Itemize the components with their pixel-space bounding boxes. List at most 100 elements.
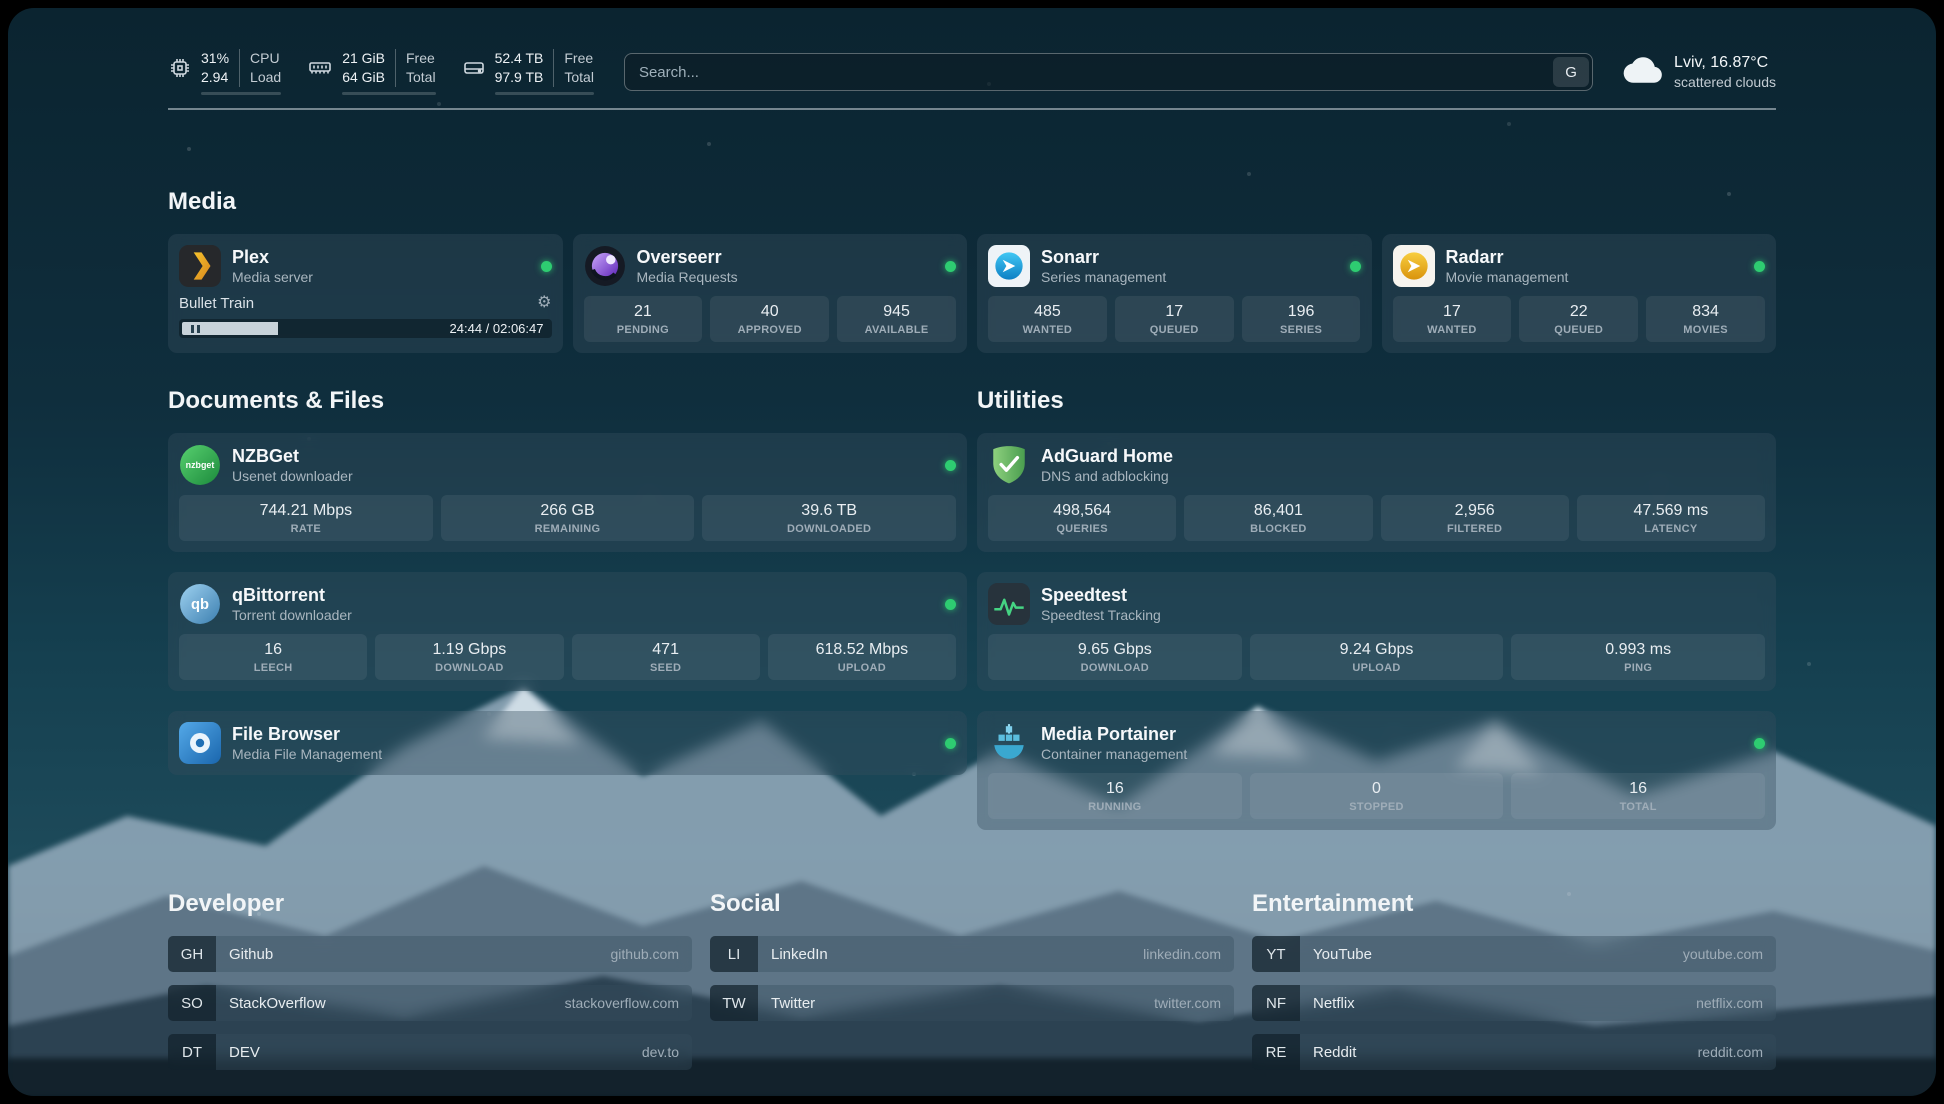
bookmark-url: youtube.com xyxy=(1683,936,1776,972)
memory-widget: 21 GiB Free 64 GiB Total xyxy=(307,49,435,95)
plex-icon xyxy=(179,245,221,287)
bookmark-stackoverflow[interactable]: SO StackOverflow stackoverflow.com xyxy=(168,985,692,1021)
bookmark-url: github.com xyxy=(611,936,692,972)
search-box: G xyxy=(624,53,1593,91)
service-subtitle: Speedtest Tracking xyxy=(1041,606,1161,624)
playback-progress xyxy=(208,322,278,335)
qbittorrent-icon: qb xyxy=(179,583,221,625)
section-title: Media xyxy=(168,188,1776,216)
service-name: Media Portainer xyxy=(1041,723,1187,745)
adguard-card[interactable]: AdGuard Home DNS and adblocking 498,564Q… xyxy=(977,433,1776,552)
plex-card[interactable]: Plex Media server Bullet Train ⚙ 24:44 /… xyxy=(168,234,563,353)
bookmark-reddit[interactable]: RE Reddit reddit.com xyxy=(1252,1034,1776,1070)
nzbget-card[interactable]: nzbget NZBGet Usenet downloader 744.21 M… xyxy=(168,433,967,552)
gear-icon[interactable]: ⚙ xyxy=(537,295,551,311)
bookmark-abbr: YT xyxy=(1252,936,1300,972)
dashboard-screen: 31% CPU 2.94 Load 21 GiB Free 64 GiB xyxy=(8,8,1936,1096)
pause-icon[interactable] xyxy=(182,322,208,335)
stat-stopped: 0STOPPED xyxy=(1250,773,1504,819)
service-name: File Browser xyxy=(232,723,382,745)
disk-free-label: Free xyxy=(553,49,594,68)
service-name: Sonarr xyxy=(1041,246,1166,268)
stat-remaining: 266 GBREMAINING xyxy=(441,495,695,541)
qbittorrent-card[interactable]: qb qBittorrent Torrent downloader 16LEEC… xyxy=(168,572,967,691)
disk-icon xyxy=(462,56,486,80)
section-title: Developer xyxy=(168,890,692,918)
disk-free: 52.4 TB xyxy=(495,49,554,68)
section-title: Entertainment xyxy=(1252,890,1776,918)
bookmark-abbr: GH xyxy=(168,936,216,972)
service-name: Speedtest xyxy=(1041,584,1161,606)
bookmark-name: YouTube xyxy=(1300,936,1372,972)
stat-queries: 498,564QUERIES xyxy=(988,495,1176,541)
overseerr-card[interactable]: Overseerr Media Requests 21PENDING 40APP… xyxy=(573,234,968,353)
section-documents: Documents & Files nzbget NZBGet Usenet d… xyxy=(168,387,967,775)
bookmark-abbr: LI xyxy=(710,936,758,972)
playback-time: 24:44 / 02:06:47 xyxy=(450,321,549,336)
sonarr-card[interactable]: Sonarr Series management 485WANTED 17QUE… xyxy=(977,234,1372,353)
stat-queued: 22QUEUED xyxy=(1519,296,1638,342)
svg-text:nzbget: nzbget xyxy=(186,460,215,470)
bookmark-twitter[interactable]: TW Twitter twitter.com xyxy=(710,985,1234,1021)
search-provider-button[interactable]: G xyxy=(1553,57,1589,87)
stat-movies: 834MOVIES xyxy=(1646,296,1765,342)
stat-wanted: 17WANTED xyxy=(1393,296,1512,342)
top-bar: 31% CPU 2.94 Load 21 GiB Free 64 GiB xyxy=(168,48,1776,96)
memory-icon xyxy=(307,56,333,80)
filebrowser-card[interactable]: File Browser Media File Management xyxy=(168,711,967,775)
stat-upload: 9.24 GbpsUPLOAD xyxy=(1250,634,1504,680)
stat-downloaded: 39.6 TBDOWNLOADED xyxy=(702,495,956,541)
stat-queued: 17QUEUED xyxy=(1115,296,1234,342)
disk-widget: 52.4 TB Free 97.9 TB Total xyxy=(462,49,594,95)
bookmarks-developer: Developer GH Github github.com SO StackO… xyxy=(168,890,692,1083)
service-name: qBittorrent xyxy=(232,584,352,606)
status-dot xyxy=(541,261,552,272)
section-utilities: Utilities AdGuard Home DNS and adblockin… xyxy=(977,387,1776,830)
status-dot xyxy=(1350,261,1361,272)
stat-blocked: 86,401BLOCKED xyxy=(1184,495,1372,541)
service-name: Overseerr xyxy=(637,246,738,268)
bookmark-dev[interactable]: DT DEV dev.to xyxy=(168,1034,692,1070)
stat-upload: 618.52 MbpsUPLOAD xyxy=(768,634,956,680)
speedtest-icon xyxy=(988,583,1030,625)
bookmark-name: StackOverflow xyxy=(216,985,326,1021)
stat-download: 1.19 GbpsDOWNLOAD xyxy=(375,634,563,680)
bookmark-youtube[interactable]: YT YouTube youtube.com xyxy=(1252,936,1776,972)
filebrowser-icon xyxy=(179,722,221,764)
cpu-widget: 31% CPU 2.94 Load xyxy=(168,49,281,95)
portainer-card[interactable]: Media Portainer Container management 16R… xyxy=(977,711,1776,830)
bookmark-url: twitter.com xyxy=(1154,985,1234,1021)
radarr-card[interactable]: Radarr Movie management 17WANTED 22QUEUE… xyxy=(1382,234,1777,353)
service-subtitle: Media File Management xyxy=(232,745,382,763)
section-title: Social xyxy=(710,890,1234,918)
cpu-icon xyxy=(168,56,192,80)
bookmark-abbr: SO xyxy=(168,985,216,1021)
service-name: NZBGet xyxy=(232,445,353,467)
search-input[interactable] xyxy=(624,53,1593,91)
bookmark-url: dev.to xyxy=(642,1034,692,1070)
stat-pending: 21PENDING xyxy=(584,296,703,342)
bookmark-linkedin[interactable]: LI LinkedIn linkedin.com xyxy=(710,936,1234,972)
speedtest-card[interactable]: Speedtest Speedtest Tracking 9.65 GbpsDO… xyxy=(977,572,1776,691)
bookmarks-social: Social LI LinkedIn linkedin.com TW Twitt… xyxy=(710,890,1234,1034)
stat-wanted: 485WANTED xyxy=(988,296,1107,342)
service-subtitle: DNS and adblocking xyxy=(1041,467,1173,485)
status-dot xyxy=(945,261,956,272)
status-dot xyxy=(1754,261,1765,272)
header-divider xyxy=(168,108,1776,110)
adguard-icon xyxy=(988,444,1030,486)
bookmark-abbr: RE xyxy=(1252,1034,1300,1070)
bookmark-abbr: NF xyxy=(1252,985,1300,1021)
bookmark-name: Reddit xyxy=(1300,1034,1356,1070)
stat-latency: 47.569 msLATENCY xyxy=(1577,495,1765,541)
bookmark-github[interactable]: GH Github github.com xyxy=(168,936,692,972)
bookmark-abbr: DT xyxy=(168,1034,216,1070)
service-subtitle: Container management xyxy=(1041,745,1187,763)
memory-total-label: Total xyxy=(395,68,436,87)
stat-download: 9.65 GbpsDOWNLOAD xyxy=(988,634,1242,680)
bookmark-netflix[interactable]: NF Netflix netflix.com xyxy=(1252,985,1776,1021)
stat-leech: 16LEECH xyxy=(179,634,367,680)
weather-location: Lviv, 16.87°C xyxy=(1674,53,1776,73)
bookmark-abbr: TW xyxy=(710,985,758,1021)
playback-bar: 24:44 / 02:06:47 xyxy=(179,319,552,338)
